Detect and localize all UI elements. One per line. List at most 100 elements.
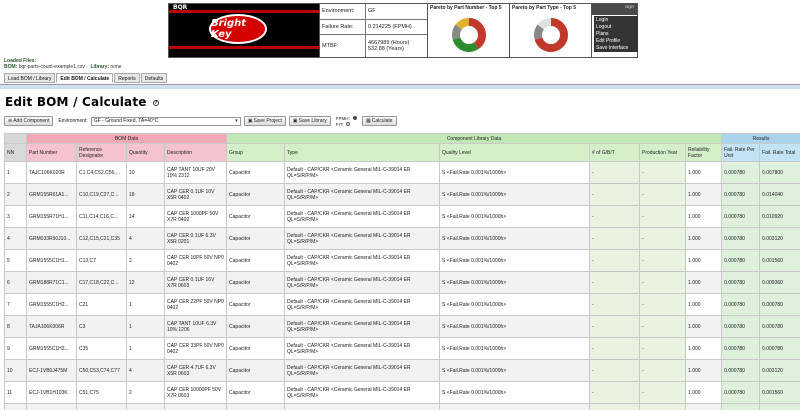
- menu-save-interface[interactable]: Save Interface: [594, 45, 638, 52]
- cell-rate-total[interactable]: 0.003120: [759, 359, 800, 382]
- cell-quantity[interactable]: 1: [126, 315, 165, 338]
- fpmh-option[interactable]: FPMH:: [336, 116, 357, 121]
- cell-quantity[interactable]: 4: [126, 227, 165, 250]
- cell-rate-total[interactable]: 0.001560: [759, 249, 800, 272]
- cell-production-year[interactable]: -: [639, 271, 687, 294]
- cell-gbt[interactable]: -: [589, 337, 641, 360]
- header-ref-des[interactable]: Reference Designator: [76, 143, 127, 162]
- cell-part-number[interactable]: GRM033R60J10...: [26, 227, 77, 250]
- cell-rate-per-unit[interactable]: 0.000780: [721, 227, 761, 250]
- table-row[interactable]: 10 ECJ-1VB0J475M C50,C53,C74,C77 4 CAP CER 4…: [4, 359, 800, 382]
- cell-quality[interactable]: S <Fail.Rate 0.001%/1000h>: [439, 183, 591, 206]
- cell-quantity[interactable]: 18: [126, 183, 165, 206]
- cell-gbt[interactable]: [589, 403, 641, 410]
- cell-rate-total[interactable]: 0.000780: [759, 315, 800, 338]
- cell-group[interactable]: Capacitor: [226, 249, 286, 272]
- help-icon[interactable]: ?: [153, 99, 159, 106]
- cell-gbt[interactable]: -: [589, 183, 641, 206]
- menu-login[interactable]: Login: [594, 16, 638, 23]
- header-quality[interactable]: Quality Level: [439, 143, 591, 162]
- cell-reliability-factor[interactable]: 1.000: [685, 227, 723, 250]
- cell-quality[interactable]: S <Fail.Rate 0.001%/1000h>: [439, 337, 591, 360]
- menu-plans[interactable]: Plans: [594, 30, 638, 37]
- cell-production-year[interactable]: [639, 403, 687, 410]
- fit-radio[interactable]: [346, 122, 351, 127]
- cell-reliability-factor[interactable]: 1.000: [685, 381, 723, 404]
- cell-rate-total[interactable]: 0.000780: [759, 293, 800, 316]
- header-production-year[interactable]: Production Year: [639, 143, 687, 162]
- cell-type[interactable]: Default - CAP/CKR <Ceramic General MIL-C…: [284, 249, 441, 272]
- cell-description[interactable]: CAP CER 2200PF 50V: [163, 403, 228, 410]
- cell-gbt[interactable]: -: [589, 293, 641, 316]
- cell-type[interactable]: Default - CAP/CKR <Ceramic General MIL-C…: [284, 359, 441, 382]
- cell-quantity[interactable]: [126, 403, 165, 410]
- add-component-button[interactable]: ⊕ Add Component: [4, 116, 54, 126]
- cell-rate-per-unit[interactable]: 0.000780: [721, 183, 761, 206]
- cell-nn[interactable]: 12: [4, 403, 27, 410]
- cell-quality[interactable]: S <Fail.Rate 0.001%/1000h>: [439, 359, 591, 382]
- cell-quantity[interactable]: 10: [126, 161, 165, 184]
- cell-gbt[interactable]: -: [589, 315, 641, 338]
- cell-part-number[interactable]: TAJC106K020R: [26, 161, 77, 184]
- cell-rate-total[interactable]: 0.010920: [759, 205, 800, 228]
- cell-production-year[interactable]: -: [639, 249, 687, 272]
- cell-ref-des[interactable]: C51,C75: [76, 381, 127, 404]
- cell-rate-per-unit[interactable]: 0.000780: [721, 315, 761, 338]
- cell-rate-total[interactable]: 0.009360: [759, 271, 800, 294]
- cell-group[interactable]: Capacitor: [226, 161, 286, 184]
- header-type[interactable]: Type: [284, 143, 441, 162]
- header-rate-total[interactable]: Fail. Rate Total: [759, 143, 800, 162]
- cell-gbt[interactable]: -: [589, 205, 641, 228]
- cell-reliability-factor[interactable]: [685, 403, 723, 410]
- cell-type[interactable]: Default - CAP/CKR <Ceramic General MIL-C…: [284, 315, 441, 338]
- cell-ref-des[interactable]: C50,C53,C74,C77: [76, 359, 127, 382]
- cell-group[interactable]: Capacitor: [226, 205, 286, 228]
- table-row[interactable]: 3 GRM155R71H1... C11,C14,C16,C... 14 CAP CER…: [4, 205, 800, 228]
- cell-gbt[interactable]: -: [589, 227, 641, 250]
- environment-select[interactable]: GF - Ground Fixed, TA=40°C ▾: [90, 116, 241, 126]
- cell-quantity[interactable]: 14: [126, 205, 165, 228]
- cell-part-number[interactable]: GRM1555C1H3...: [26, 337, 77, 360]
- fpmh-radio[interactable]: [352, 116, 357, 121]
- cell-nn[interactable]: 5: [4, 249, 27, 272]
- table-row[interactable]: 8 TAJA106K006R C3 1 CAP TANT 10UF 6.3V 10% 1…: [4, 315, 800, 338]
- cell-reliability-factor[interactable]: 1.000: [685, 293, 723, 316]
- header-gbt[interactable]: # of G/B/T: [589, 143, 641, 162]
- cell-part-number[interactable]: ECJ-1VB0J475M: [26, 359, 77, 382]
- cell-reliability-factor[interactable]: 1.000: [685, 249, 723, 272]
- cell-type[interactable]: Default - CAP/CKR <Ceramic General MIL-C…: [284, 337, 441, 360]
- cell-rate-total[interactable]: 0.014040: [759, 183, 800, 206]
- cell-ref-des[interactable]: C1,C4,C52,C56,...: [76, 161, 127, 184]
- cell-group[interactable]: Capacitor: [226, 183, 286, 206]
- cell-production-year[interactable]: -: [639, 161, 687, 184]
- table-row[interactable]: 2 GRM155R61A1... C10,C19,C27,C... 18 CAP CER…: [4, 183, 800, 206]
- cell-quantity[interactable]: 1: [126, 293, 165, 316]
- cell-quantity[interactable]: 2: [126, 249, 165, 272]
- cell-group[interactable]: Capacitor: [226, 315, 286, 338]
- cell-rate-total[interactable]: 0.001560: [759, 381, 800, 404]
- cell-quality[interactable]: S <Fail.Rate 0.001%/1000h>: [439, 249, 591, 272]
- cell-ref-des[interactable]: C3: [76, 315, 127, 338]
- header-description[interactable]: Description: [163, 143, 228, 162]
- cell-description[interactable]: CAP CER 1000PF 50V X7R 0402: [163, 205, 228, 228]
- cell-description[interactable]: CAP TANT 10UF 20V 10% 2312: [163, 161, 228, 184]
- cell-rate-per-unit[interactable]: 0.000780: [721, 337, 761, 360]
- cell-rate-total[interactable]: [759, 403, 800, 410]
- cell-type[interactable]: Default - CAP/CKR <Ceramic General MIL-C…: [284, 161, 441, 184]
- cell-ref-des[interactable]: C17,C18,C22,C...: [76, 271, 127, 294]
- cell-part-number[interactable]: GRM188R71C1...: [26, 271, 77, 294]
- cell-group[interactable]: [226, 403, 286, 410]
- cell-ref-des[interactable]: C10,C19,C27,C...: [76, 183, 127, 206]
- cell-gbt[interactable]: -: [589, 161, 641, 184]
- cell-group[interactable]: Capacitor: [226, 227, 286, 250]
- pareto-part-type[interactable]: Pareto by Part Type - Top 5: [509, 4, 591, 57]
- cell-nn[interactable]: 6: [4, 271, 27, 294]
- cell-ref-des[interactable]: C11,C14,C16,C...: [76, 205, 127, 228]
- table-row[interactable]: 1 TAJC106K020R C1,C4,C52,C56,... 10 CAP TANT…: [4, 161, 800, 184]
- cell-production-year[interactable]: -: [639, 337, 687, 360]
- cell-part-number[interactable]: GRM155R61A1...: [26, 183, 77, 206]
- cell-description[interactable]: CAP CER 0.1UF 6.3V X5R 0201: [163, 227, 228, 250]
- pareto-part-number[interactable]: Pareto by Part Number - Top 5: [427, 4, 509, 57]
- cell-quality[interactable]: S <Fail.Rate 0.001%/1000h>: [439, 315, 591, 338]
- cell-reliability-factor[interactable]: 1.000: [685, 205, 723, 228]
